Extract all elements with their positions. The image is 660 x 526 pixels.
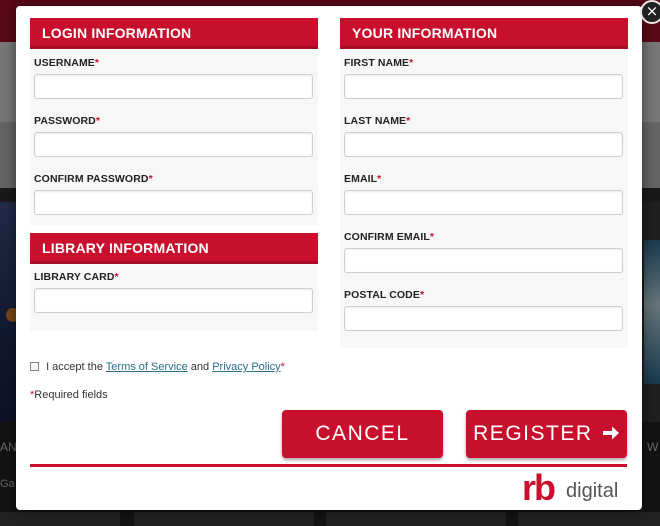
required-marker: * xyxy=(377,173,382,185)
terms-checkbox[interactable] xyxy=(30,362,39,371)
first-name-label-text: FIRST NAME xyxy=(344,57,410,69)
username-label: USERNAME* xyxy=(34,57,99,69)
register-button[interactable]: REGISTER xyxy=(466,410,627,458)
terms-row: I accept the Terms of Service and Privac… xyxy=(30,361,285,373)
login-section-header: LOGIN INFORMATION xyxy=(30,18,318,49)
logo-rb: rb xyxy=(522,467,556,508)
email-label-text: EMAIL xyxy=(344,173,378,185)
terms-prefix: I accept the xyxy=(46,361,103,373)
close-icon: × xyxy=(645,2,659,20)
confirm-email-label-text: CONFIRM EMAIL xyxy=(344,231,430,243)
required-marker: * xyxy=(419,289,425,301)
postal-code-label: POSTAL CODE* xyxy=(344,289,424,301)
privacy-policy-link[interactable]: Privacy Policy xyxy=(212,361,280,373)
cancel-button-label: CANCEL xyxy=(315,422,410,445)
last-name-label: LAST NAME* xyxy=(344,115,410,127)
close-button[interactable]: × xyxy=(640,0,660,24)
first-name-input[interactable] xyxy=(344,74,623,99)
password-label-text: PASSWORD xyxy=(34,115,96,127)
required-note-text: Required fields xyxy=(34,389,108,401)
required-fields-note: *Required fields xyxy=(30,389,108,401)
confirm-password-label: CONFIRM PASSWORD* xyxy=(34,173,153,185)
confirm-email-label: CONFIRM EMAIL* xyxy=(344,231,434,243)
required-marker: * xyxy=(95,115,101,127)
email-label: EMAIL* xyxy=(344,173,381,185)
first-name-label: FIRST NAME* xyxy=(344,57,413,69)
postal-code-label-text: POSTAL CODE xyxy=(344,289,420,301)
password-input[interactable] xyxy=(34,132,313,157)
confirm-email-input[interactable] xyxy=(344,248,623,273)
confirm-password-input[interactable] xyxy=(34,190,313,215)
arrow-right-icon xyxy=(602,426,619,440)
username-input[interactable] xyxy=(34,74,313,99)
required-marker: * xyxy=(94,57,100,69)
email-input[interactable] xyxy=(344,190,623,215)
last-name-input[interactable] xyxy=(344,132,623,157)
username-label-text: USERNAME xyxy=(34,57,95,69)
rbdigital-logo: rb digital xyxy=(522,468,632,508)
postal-code-input[interactable] xyxy=(344,306,623,331)
required-marker: * xyxy=(148,173,153,185)
required-marker: * xyxy=(280,361,285,373)
terms-of-service-link[interactable]: Terms of Service xyxy=(106,361,188,373)
confirm-password-label-text: CONFIRM PASSWORD xyxy=(34,173,149,185)
terms-and: and xyxy=(190,361,210,373)
password-label: PASSWORD* xyxy=(34,115,100,127)
your-info-section-header: YOUR INFORMATION xyxy=(340,18,628,49)
logo-digital: digital xyxy=(566,480,619,502)
required-marker: * xyxy=(114,271,119,283)
library-card-input[interactable] xyxy=(34,288,313,313)
required-marker: * xyxy=(409,57,414,69)
required-marker: * xyxy=(429,231,435,243)
required-marker: * xyxy=(406,115,411,127)
registration-modal: × LOGIN INFORMATION USERNAME* PASSWORD* … xyxy=(16,0,660,510)
cancel-button[interactable]: CANCEL xyxy=(282,410,443,458)
library-card-label-text: LIBRARY CARD xyxy=(34,271,115,283)
last-name-label-text: LAST NAME xyxy=(344,115,407,127)
register-button-label: REGISTER xyxy=(473,422,593,445)
library-card-label: LIBRARY CARD* xyxy=(34,271,119,283)
library-section-header: LIBRARY INFORMATION xyxy=(30,233,318,264)
